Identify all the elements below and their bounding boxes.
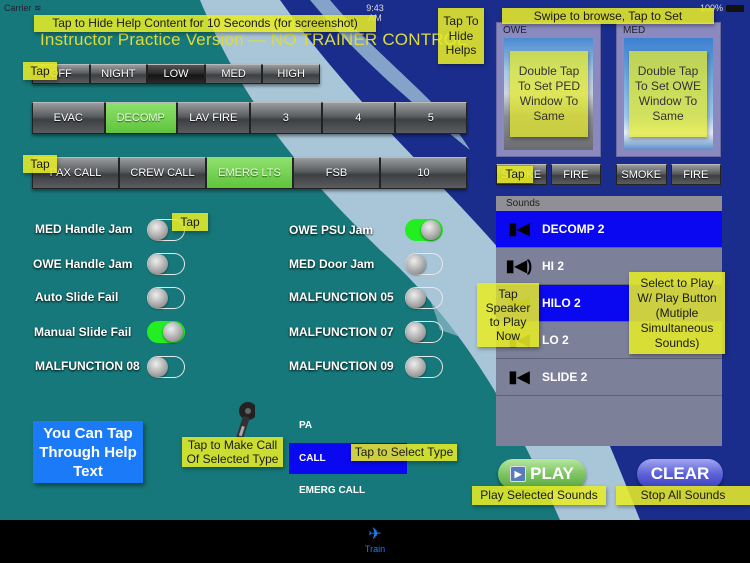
auto-slide-fail-toggle[interactable]	[147, 287, 185, 309]
clear-button[interactable]: CLEAR	[637, 459, 723, 489]
help-tap-through[interactable]: You Can Tap Through Help Text	[33, 421, 143, 483]
sound-label: DECOMP 2	[542, 222, 605, 236]
page-title: Instructor Practice Version — NO TRAINER…	[40, 30, 467, 49]
help-swipe-browse[interactable]: Swipe to browse, Tap to Set	[502, 8, 714, 24]
play-icon: ▶	[510, 466, 527, 482]
help-select-to-play[interactable]: Select to Play W/ Play Button (Mutiple S…	[629, 272, 725, 354]
speaker-playing-icon[interactable]: ▮◀)	[496, 256, 542, 276]
speaker-icon[interactable]: ▮◀	[496, 367, 542, 387]
help-tap-toggle[interactable]: Tap	[172, 213, 208, 231]
tab-train-label: Train	[364, 544, 386, 554]
help-hide-for-screenshot[interactable]: Tap to Hide Help Content for 10 Seconds …	[34, 15, 376, 32]
med-smoke-button[interactable]: SMOKE	[616, 164, 667, 185]
malfunction-label: OWE PSU Jam	[289, 223, 374, 237]
med-fire-button[interactable]: FIRE	[670, 164, 721, 185]
help-tap-events[interactable]: Tap	[23, 155, 57, 173]
sound-label: HI 2	[542, 259, 565, 273]
lighting-option-low[interactable]: LOW	[147, 64, 205, 84]
med-door-jam-toggle[interactable]	[405, 253, 443, 275]
malfunction-label: MALFUNCTION 09	[289, 359, 394, 373]
toggle-knob	[148, 254, 168, 274]
help-med-double-tap[interactable]: Double Tap To Set OWE Window To Same	[629, 51, 707, 137]
lighting-selector: OFF NIGHT LOW MED HIGH	[32, 64, 320, 84]
help-play-selected[interactable]: Play Selected Sounds	[472, 486, 606, 505]
sound-row[interactable]: ▮◀ SLIDE 2	[496, 359, 722, 396]
malfunction-label: MALFUNCTION 05	[289, 290, 394, 304]
lighting-option-night[interactable]: NIGHT	[89, 64, 148, 84]
scenario-decomp[interactable]: DECOMP	[104, 102, 177, 134]
owe-fire-button[interactable]: FIRE	[550, 164, 601, 185]
help-stop-all[interactable]: Stop All Sounds	[616, 486, 750, 505]
sound-label: HILO 2	[542, 296, 581, 310]
wifi-icon: ≋	[34, 3, 42, 13]
play-button[interactable]: ▶ PLAY	[498, 459, 586, 489]
manual-slide-fail-toggle[interactable]	[147, 321, 185, 343]
toggle-knob	[406, 357, 426, 377]
toggle-knob	[148, 220, 168, 240]
sound-label: LO 2	[542, 333, 569, 347]
malfunction-label: MALFUNCTION 08	[35, 359, 140, 373]
malfunction-label: MALFUNCTION 07	[289, 325, 394, 339]
tab-bar: ✈ Train	[0, 520, 750, 563]
scenario-4[interactable]: 4	[322, 102, 395, 134]
help-tap-smoke[interactable]: Tap	[497, 166, 533, 183]
help-owe-double-tap[interactable]: Double Tap To Set PED Window To Same	[510, 51, 588, 137]
malfunction-label: Manual Slide Fail	[34, 325, 132, 339]
help-tap-speaker[interactable]: Tap Speaker to Play Now	[477, 283, 539, 347]
scenario-lav-fire[interactable]: LAV FIRE	[177, 102, 250, 134]
carrier-label: Carrier ≋	[4, 3, 42, 13]
call-type-pa[interactable]: PA	[289, 410, 407, 441]
malfunction-05-toggle[interactable]	[405, 287, 443, 309]
sound-label: SLIDE 2	[542, 370, 588, 384]
toggle-knob	[406, 288, 426, 308]
toggle-knob	[406, 254, 426, 274]
sounds-header: Sounds	[496, 196, 722, 211]
toggle-knob	[148, 357, 168, 377]
med-window-label: MED	[623, 25, 646, 36]
speaker-icon[interactable]: ▮◀	[496, 219, 542, 239]
malfunction-label: Auto Slide Fail	[35, 290, 119, 304]
owe-window-label: OWE	[503, 25, 527, 36]
help-make-call[interactable]: Tap to Make Call Of Selected Type	[182, 437, 283, 467]
lighting-option-med[interactable]: MED	[204, 64, 263, 84]
scenario-3[interactable]: 3	[249, 102, 322, 134]
scenario-evac[interactable]: EVAC	[32, 102, 105, 134]
cabin-event-selector: PAX CALL CREW CALL EMERG LTS FSB 10	[32, 157, 467, 189]
lighting-option-high[interactable]: HIGH	[262, 64, 320, 84]
tab-train[interactable]: ✈ Train	[355, 526, 395, 554]
play-label: PLAY	[530, 464, 574, 483]
owe-handle-jam-toggle[interactable]	[147, 253, 185, 275]
malfunction-label: OWE Handle Jam	[33, 257, 133, 271]
call-type-emerg-call[interactable]: EMERG CALL	[289, 475, 407, 506]
malfunction-label: MED Door Jam	[289, 257, 375, 271]
event-crew-call[interactable]: CREW CALL	[119, 157, 206, 189]
sound-row[interactable]: ▮◀ DECOMP 2	[496, 211, 722, 248]
event-10[interactable]: 10	[380, 157, 467, 189]
toggle-knob	[163, 322, 183, 342]
toggle-knob	[406, 322, 426, 342]
scenario-selector: EVAC DECOMP LAV FIRE 3 4 5	[32, 102, 467, 134]
event-fsb[interactable]: FSB	[293, 157, 380, 189]
malfunction-09-toggle[interactable]	[405, 356, 443, 378]
help-tap-lighting[interactable]: Tap	[23, 62, 57, 80]
toggle-knob	[148, 288, 168, 308]
airplane-icon: ✈	[368, 526, 382, 543]
scenario-5[interactable]: 5	[394, 102, 467, 134]
help-select-type[interactable]: Tap to Select Type	[351, 444, 457, 461]
battery-icon	[726, 4, 744, 12]
hide-helps-button[interactable]: Tap To Hide Helps	[438, 8, 484, 64]
malfunction-07-toggle[interactable]	[405, 321, 443, 343]
med-effect-buttons: SMOKE FIRE	[616, 164, 721, 185]
owe-psu-jam-toggle[interactable]	[405, 219, 443, 241]
malfunction-08-toggle[interactable]	[147, 356, 185, 378]
toggle-knob	[421, 220, 441, 240]
malfunction-label: MED Handle Jam	[35, 222, 133, 236]
event-emerg-lts[interactable]: EMERG LTS	[206, 157, 293, 189]
